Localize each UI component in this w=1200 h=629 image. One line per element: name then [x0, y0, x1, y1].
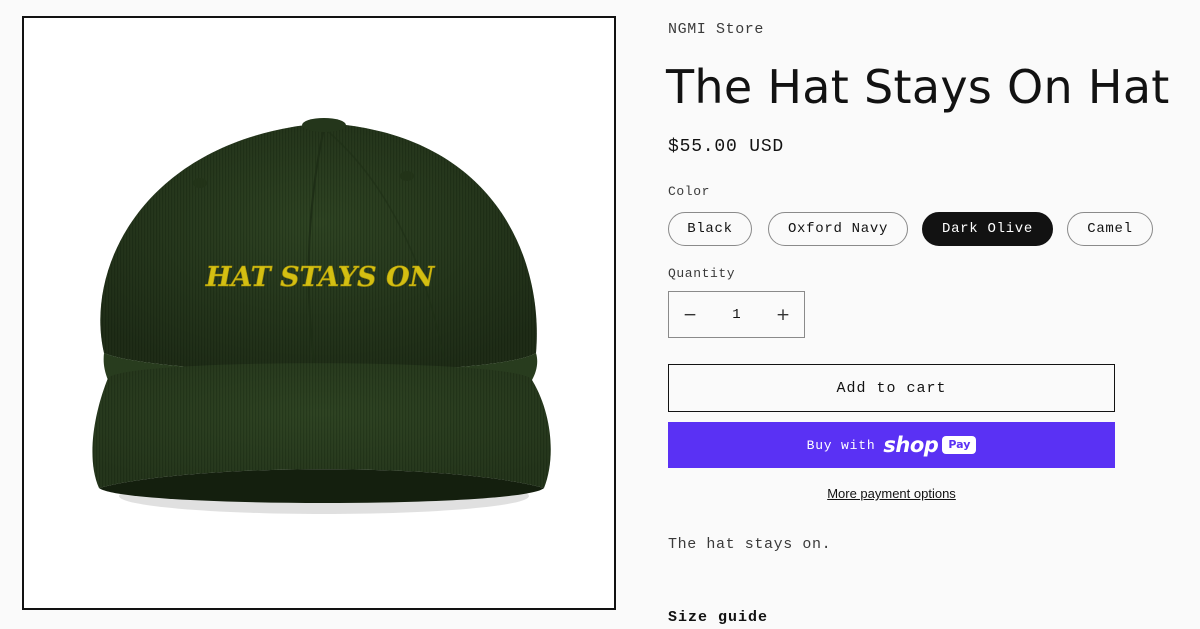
color-option-camel[interactable]: Camel: [1067, 212, 1153, 246]
pay-badge: Pay: [942, 436, 977, 454]
plus-icon: +: [775, 304, 791, 325]
shop-logo: shop: [883, 433, 939, 457]
quantity-decrease-button[interactable]: −: [669, 292, 711, 337]
product-image[interactable]: HAT STAYS ON: [22, 16, 616, 610]
quantity-input[interactable]: 1: [711, 307, 762, 323]
color-option-oxford-navy[interactable]: Oxford Navy: [768, 212, 908, 246]
color-label: Color: [668, 184, 711, 199]
product-title: The Hat Stays On Hat: [666, 60, 1170, 114]
hat-illustration: HAT STAYS ON: [92, 118, 551, 514]
size-guide-toggle[interactable]: Size guide: [668, 609, 768, 626]
quantity-label: Quantity: [668, 266, 736, 281]
quantity-increase-button[interactable]: +: [762, 292, 804, 337]
minus-icon: −: [682, 304, 698, 325]
shop-pay-button[interactable]: Buy with shop Pay: [668, 422, 1115, 468]
product-description: The hat stays on.: [668, 536, 832, 553]
vendor-name: NGMI Store: [668, 21, 765, 38]
color-option-black[interactable]: Black: [668, 212, 752, 246]
add-to-cart-button[interactable]: Add to cart: [668, 364, 1115, 412]
shop-pay-prefix: Buy with: [806, 437, 876, 453]
quantity-stepper: − 1 +: [668, 291, 805, 338]
more-payment-options-link[interactable]: More payment options: [668, 486, 1115, 501]
product-price: $55.00 USD: [668, 137, 785, 157]
embroidered-text: HAT STAYS ON: [205, 262, 436, 293]
color-option-dark-olive[interactable]: Dark Olive: [922, 212, 1053, 246]
